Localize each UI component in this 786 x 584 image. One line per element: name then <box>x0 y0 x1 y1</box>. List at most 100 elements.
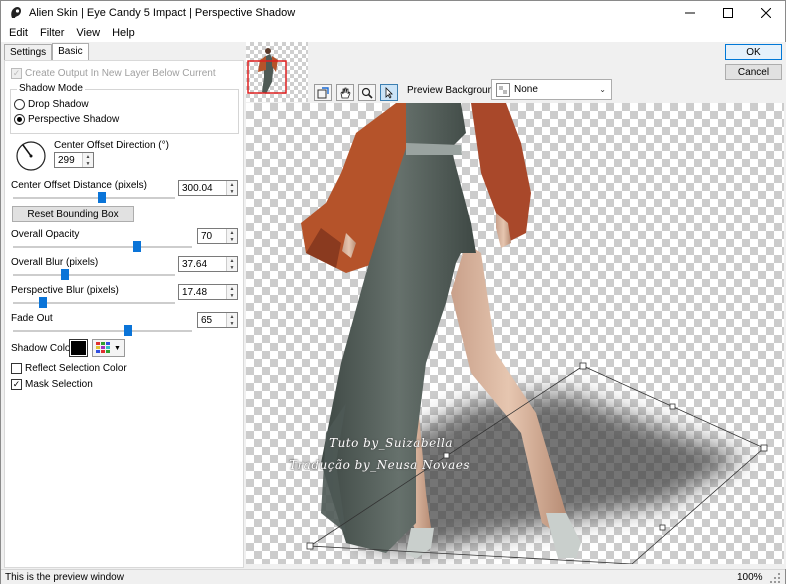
perspective-blur-slider-thumb[interactable] <box>39 297 47 308</box>
fade-out-slider-thumb[interactable] <box>124 325 132 336</box>
menu-edit[interactable]: Edit <box>3 27 34 39</box>
create-output-checkbox[interactable]: ✓ <box>11 68 22 79</box>
spin-up-icon[interactable]: ▲ <box>227 257 237 264</box>
spin-down-icon[interactable]: ▼ <box>227 292 237 299</box>
perspective-shadow-label: Perspective Shadow <box>28 114 120 125</box>
perspective-blur-spinner[interactable]: 17.48 ▲ ▼ <box>178 284 238 300</box>
alien-skin-logo-icon <box>11 6 21 18</box>
distance-slider[interactable] <box>13 192 175 203</box>
spin-up-icon[interactable]: ▲ <box>83 153 93 160</box>
cancel-button[interactable]: Cancel <box>725 64 782 80</box>
close-button[interactable] <box>747 1 785 24</box>
chevron-down-icon: ⌄ <box>599 85 606 94</box>
zoom-tool-button[interactable] <box>358 84 376 101</box>
preview-image <box>301 103 768 564</box>
hand-tool-button[interactable] <box>336 84 354 101</box>
mask-selection-row[interactable]: ✓ Mask Selection <box>11 379 93 390</box>
perspective-blur-value[interactable]: 17.48 <box>179 285 226 299</box>
mask-selection-checkbox[interactable]: ✓ <box>11 379 22 390</box>
reflect-selection-row[interactable]: Reflect Selection Color <box>11 363 127 374</box>
ok-button[interactable]: OK <box>725 44 782 60</box>
shadow-color-label: Shadow Color <box>11 343 74 354</box>
spin-down-icon[interactable]: ▼ <box>227 320 237 327</box>
perspective-blur-label: Perspective Blur (pixels) <box>11 285 119 296</box>
fade-out-spinner[interactable]: 65 ▲ ▼ <box>197 312 238 328</box>
shadow-color-fill <box>71 341 86 355</box>
spin-up-icon[interactable]: ▲ <box>227 181 237 188</box>
fade-out-value[interactable]: 65 <box>198 313 226 327</box>
bbox-handle[interactable] <box>306 542 314 550</box>
spin-down-icon[interactable]: ▼ <box>227 236 237 243</box>
menu-filter[interactable]: Filter <box>34 27 70 39</box>
distance-spinner[interactable]: 300.04 ▲ ▼ <box>178 180 238 196</box>
drop-shadow-radio[interactable] <box>14 99 25 110</box>
background-swatch-icon <box>496 82 510 97</box>
spin-up-icon[interactable]: ▲ <box>227 285 237 292</box>
minimize-button[interactable] <box>671 1 709 24</box>
title-bar: Alien Skin | Eye Candy 5 Impact | Perspe… <box>1 1 785 24</box>
resize-grip-icon[interactable] <box>769 572 781 584</box>
opacity-value[interactable]: 70 <box>198 229 226 243</box>
bbox-handle[interactable] <box>579 362 587 370</box>
menu-view[interactable]: View <box>70 27 106 39</box>
controls-panel: Settings Basic ✓ Create Output In New La… <box>1 42 245 569</box>
navigate-tool-button[interactable] <box>314 84 332 101</box>
reflect-selection-checkbox[interactable] <box>11 363 22 374</box>
shadow-mode-label: Shadow Mode <box>17 83 85 94</box>
fade-out-slider[interactable] <box>13 325 192 336</box>
blur-label: Overall Blur (pixels) <box>11 257 99 268</box>
distance-slider-thumb[interactable] <box>98 192 106 203</box>
menu-help[interactable]: Help <box>106 27 141 39</box>
bbox-handle[interactable] <box>659 524 666 531</box>
direction-spinner[interactable]: 299 ▲ ▼ <box>54 152 94 168</box>
pointer-icon <box>385 86 393 99</box>
tab-strip: Settings Basic <box>4 43 89 61</box>
pointer-tool-button[interactable] <box>380 84 398 101</box>
spin-down-icon[interactable]: ▼ <box>227 264 237 271</box>
bbox-handle[interactable] <box>760 444 768 452</box>
opacity-slider-thumb[interactable] <box>133 241 141 252</box>
spin-down-icon[interactable]: ▼ <box>227 188 237 195</box>
preview-background-select[interactable]: None ⌄ <box>491 79 612 100</box>
opacity-spinner[interactable]: 70 ▲ ▼ <box>197 228 238 244</box>
shadow-color-swatch[interactable] <box>69 339 88 357</box>
spin-up-icon[interactable]: ▲ <box>227 313 237 320</box>
navigator-thumbnail[interactable] <box>246 42 308 102</box>
perspective-shadow-radio[interactable] <box>14 114 25 125</box>
blur-slider[interactable] <box>13 269 175 280</box>
zoom-level: 100% <box>737 572 763 583</box>
opacity-slider[interactable] <box>13 241 192 252</box>
tab-settings[interactable]: Settings <box>4 44 53 61</box>
bbox-handle[interactable] <box>669 403 676 410</box>
basic-tab-panel: ✓ Create Output In New Layer Below Curre… <box>4 60 244 568</box>
preview-background-value: None <box>514 84 538 95</box>
perspective-blur-slider[interactable] <box>13 297 175 308</box>
drop-shadow-label: Drop Shadow <box>28 99 89 110</box>
mask-selection-label: Mask Selection <box>25 379 93 390</box>
direction-dial[interactable] <box>15 140 47 172</box>
tab-basic[interactable]: Basic <box>52 43 89 61</box>
hand-icon <box>340 87 351 98</box>
reset-bounding-box-button[interactable]: Reset Bounding Box <box>12 206 134 222</box>
window-title: Alien Skin | Eye Candy 5 Impact | Perspe… <box>29 6 296 19</box>
direction-label: Center Offset Direction (°) <box>54 140 169 151</box>
maximize-button[interactable] <box>709 1 747 24</box>
blur-value[interactable]: 37.64 <box>179 257 226 271</box>
direction-value[interactable]: 299 <box>55 153 82 167</box>
perspective-shadow-option[interactable]: Perspective Shadow <box>14 114 119 125</box>
menu-bar: Edit Filter View Help <box>1 24 785 42</box>
blur-spinner[interactable]: 37.64 ▲ ▼ <box>178 256 238 272</box>
drop-shadow-option[interactable]: Drop Shadow <box>14 99 89 110</box>
blur-slider-thumb[interactable] <box>61 269 69 280</box>
maximize-icon <box>723 7 733 18</box>
preview-canvas[interactable]: Tuto by_Suizabella Tradução by_Neusa Nov… <box>246 103 784 564</box>
distance-value[interactable]: 300.04 <box>179 181 226 195</box>
reflect-selection-label: Reflect Selection Color <box>25 363 127 374</box>
spin-up-icon[interactable]: ▲ <box>227 229 237 236</box>
color-palette-dropdown[interactable]: ▼ <box>92 339 125 357</box>
spin-down-icon[interactable]: ▼ <box>83 160 93 167</box>
status-text: This is the preview window <box>5 572 124 583</box>
status-bar: This is the preview window 100% <box>1 569 785 584</box>
create-output-checkbox-row[interactable]: ✓ Create Output In New Layer Below Curre… <box>11 68 216 79</box>
dropdown-arrow-icon: ▼ <box>114 344 121 352</box>
